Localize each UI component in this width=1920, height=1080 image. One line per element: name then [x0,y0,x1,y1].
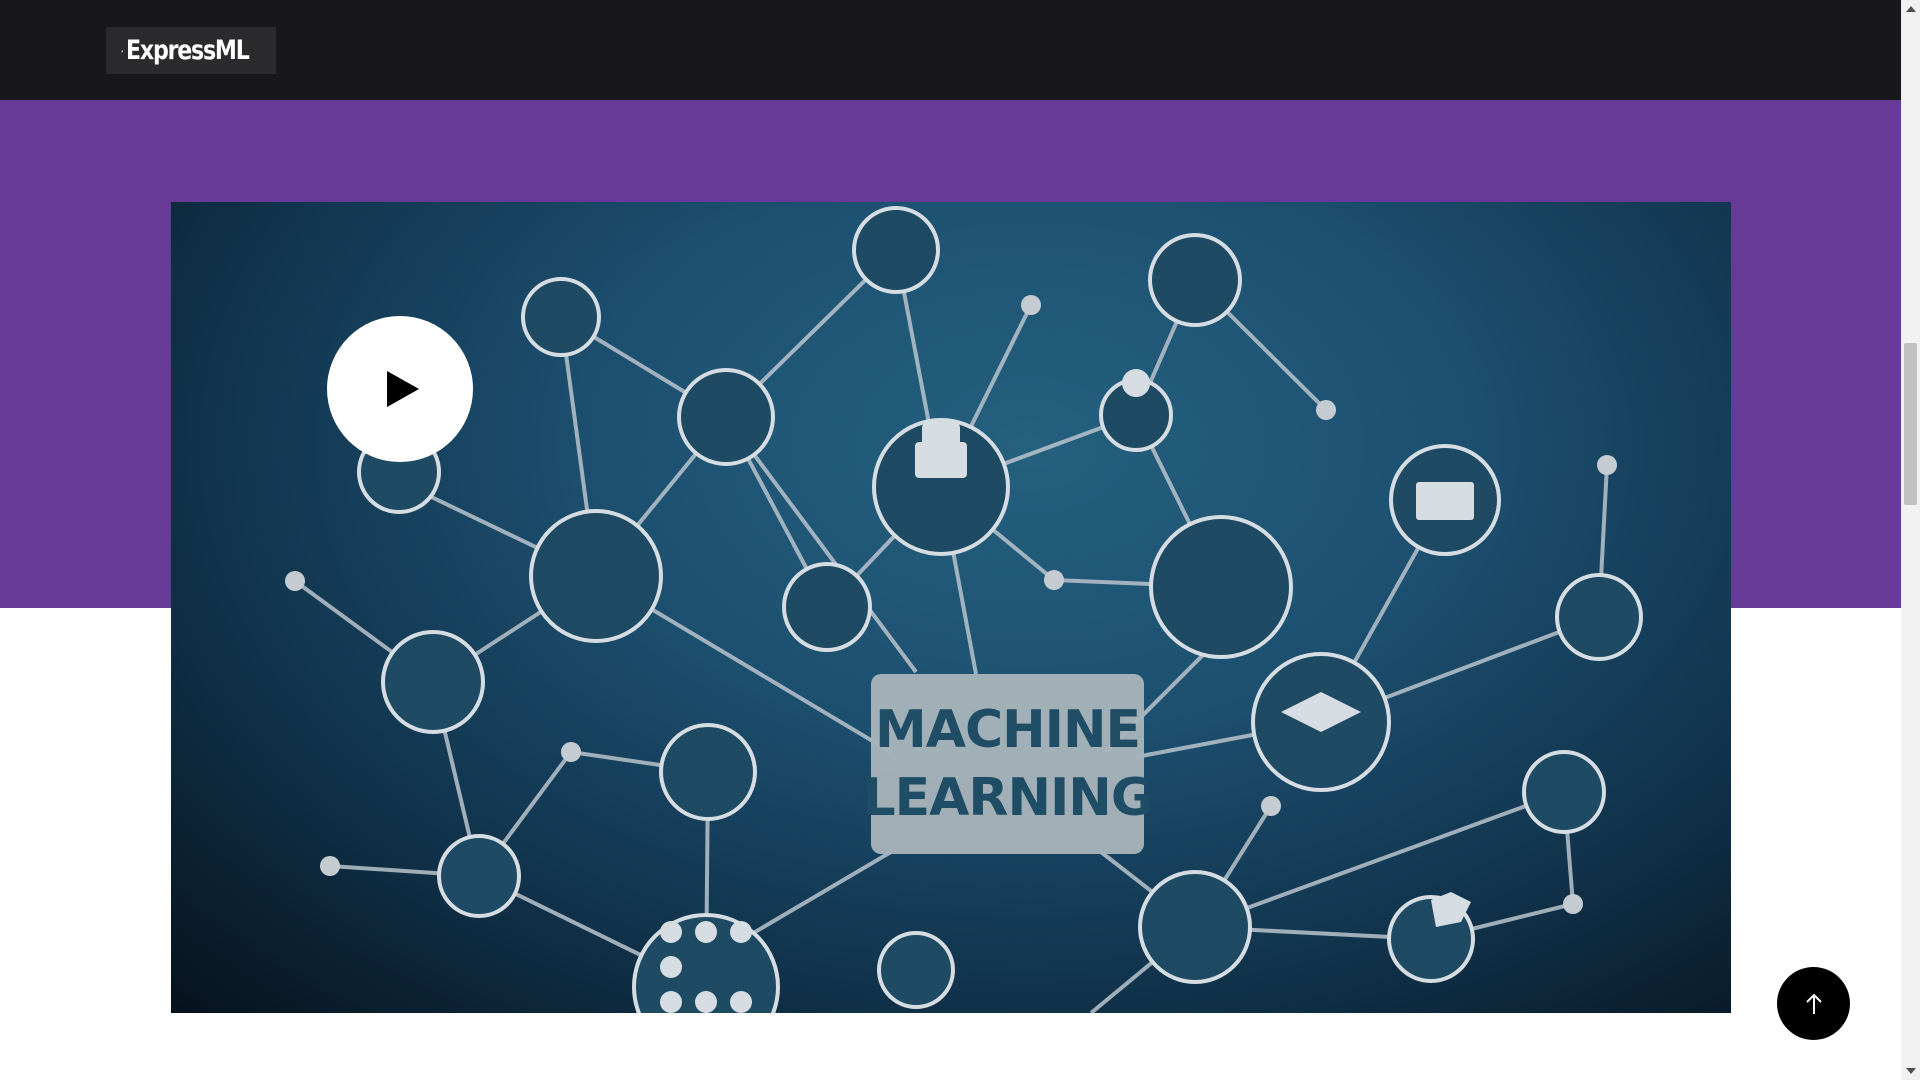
play-button[interactable] [327,316,473,462]
title-line-2: LEARNING [862,768,1154,828]
play-icon [387,371,419,407]
logo-text: ExpressML [126,35,250,66]
vertical-scrollbar[interactable] [1901,0,1920,1080]
scrollbar-thumb[interactable] [1904,343,1917,505]
scroll-up-arrow-icon[interactable] [1906,6,1916,12]
video-thumbnail-title: MACHINE LEARNING [863,674,1154,854]
arrow-up-icon [1805,993,1822,1014]
top-navbar: ExpressML [0,0,1901,100]
video-player[interactable]: MACHINE LEARNING [171,202,1731,1013]
scroll-to-top-button[interactable] [1777,967,1850,1040]
logo-link[interactable]: ExpressML [106,27,276,74]
title-line-1: MACHINE [874,700,1141,760]
logo-pyramid-icon [121,49,124,52]
scroll-down-arrow-icon[interactable] [1906,1068,1916,1074]
